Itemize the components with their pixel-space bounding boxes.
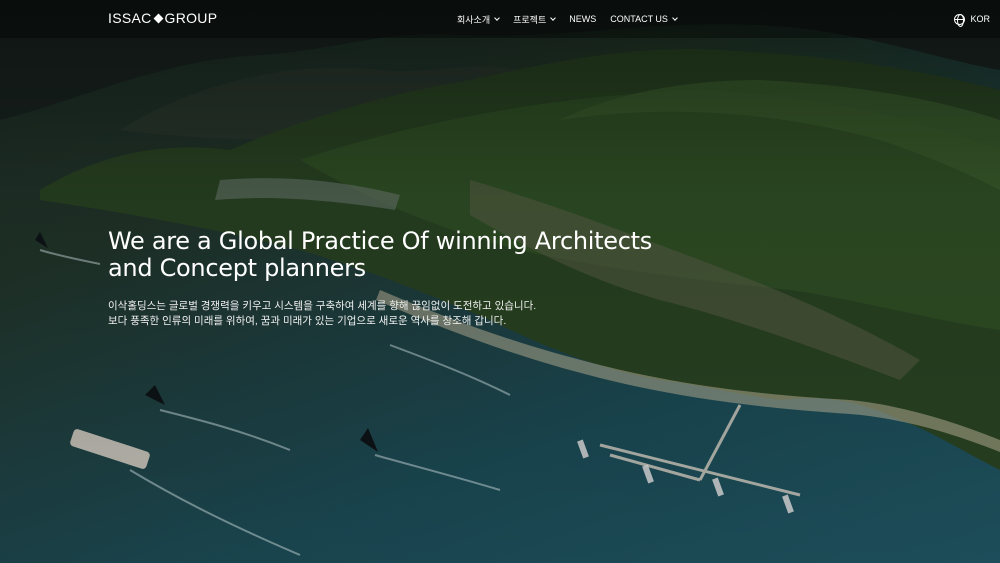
nav-item-label: 회사소개 — [457, 14, 491, 25]
top-navigation-bar: ISSAC GROUP 회사소개 프로젝트 NEWS CONTACT US KO… — [0, 0, 1000, 38]
main-nav: 회사소개 프로젝트 NEWS CONTACT US — [457, 0, 678, 38]
language-label: KOR — [970, 14, 990, 24]
logo-diamond-icon — [153, 13, 163, 23]
nav-item-label: CONTACT US — [610, 14, 668, 24]
hero-subtext: 이삭홀딩스는 글로벌 경쟁력을 키우고 시스템을 구축하여 세계를 향해 끊임없… — [108, 299, 628, 329]
hero-section: ISSAC GROUP 회사소개 프로젝트 NEWS CONTACT US KO… — [0, 0, 1000, 563]
nav-item-label: 프로젝트 — [513, 14, 547, 25]
hero-subtext-line-2: 보다 풍족한 인류의 미래를 위하여, 꿈과 미래가 있는 기업으로 새로운 역… — [108, 315, 507, 327]
nav-item-company[interactable]: 회사소개 — [457, 13, 500, 26]
hero-headline: We are a Global Practice Of winning Arch… — [108, 228, 728, 282]
logo-text-right: GROUP — [164, 10, 218, 26]
hero-subtext-line-1: 이삭홀딩스는 글로벌 경쟁력을 키우고 시스템을 구축하여 세계를 향해 끊임없… — [108, 300, 537, 312]
logo-text-left: ISSAC — [108, 10, 152, 26]
nav-item-news[interactable]: NEWS — [569, 14, 596, 24]
nav-item-projects[interactable]: 프로젝트 — [513, 13, 557, 26]
issac-group-logo[interactable]: ISSAC GROUP — [108, 10, 217, 26]
language-selector[interactable]: KOR — [954, 0, 990, 38]
globe-icon — [954, 13, 966, 27]
chevron-down-icon — [672, 15, 678, 21]
hero-headline-line-2: and Concept planners — [108, 254, 366, 282]
chevron-down-icon — [494, 15, 500, 21]
chevron-down-icon — [550, 15, 557, 21]
hero-headline-line-1: We are a Global Practice Of winning Arch… — [108, 227, 652, 255]
nav-item-label: NEWS — [569, 14, 597, 24]
nav-item-contact-us[interactable]: CONTACT US — [610, 14, 678, 24]
